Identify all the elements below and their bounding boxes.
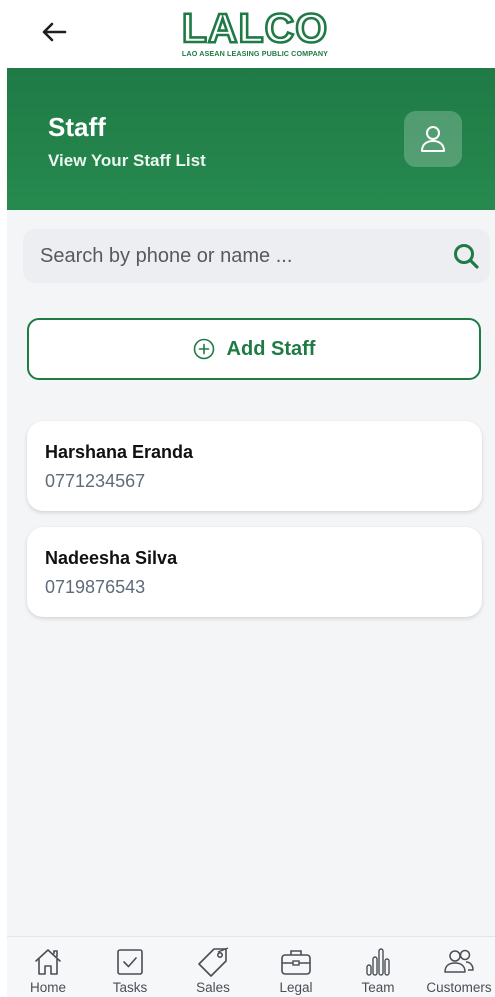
search-input[interactable] bbox=[23, 229, 433, 283]
nav-label-sales: Sales bbox=[196, 980, 230, 995]
add-staff-label: Add Staff bbox=[226, 337, 316, 360]
staff-phone: 0719876543 bbox=[45, 577, 146, 597]
page-title: Staff bbox=[48, 112, 106, 142]
page-subtitle: View Your Staff List bbox=[48, 151, 206, 170]
logo-subtitle: LAO ASEAN LEASING PUBLIC COMPANY bbox=[181, 49, 329, 58]
staff-card[interactable]: Harshana Eranda 0771234567 bbox=[27, 421, 482, 511]
home-icon bbox=[35, 949, 61, 975]
bottom-nav: Home Tasks Sales Legal Team Customers bbox=[7, 936, 495, 997]
nav-item-sales[interactable]: Sales bbox=[173, 937, 253, 997]
arrow-left-icon bbox=[42, 22, 67, 42]
staff-card[interactable]: Nadeesha Silva 0719876543 bbox=[27, 527, 482, 617]
nav-item-legal[interactable]: Legal bbox=[256, 937, 336, 997]
add-staff-button[interactable]: Add Staff bbox=[27, 318, 481, 380]
nav-item-tasks[interactable]: Tasks bbox=[90, 937, 170, 997]
nav-label-customers: Customers bbox=[426, 980, 492, 995]
nav-item-team[interactable]: Team bbox=[338, 937, 418, 997]
profile-button[interactable] bbox=[404, 111, 462, 167]
staff-name: Harshana Eranda bbox=[45, 442, 194, 462]
users-icon bbox=[444, 949, 474, 973]
nav-item-customers[interactable]: Customers bbox=[419, 937, 495, 997]
logo-text: LALCO bbox=[181, 5, 329, 51]
nav-label-team: Team bbox=[361, 980, 395, 995]
tag-icon bbox=[198, 947, 229, 977]
page-header: Staff View Your Staff List bbox=[7, 68, 495, 210]
briefcase-icon bbox=[281, 950, 311, 975]
staff-phone: 0771234567 bbox=[45, 471, 146, 491]
app-frame: Staff View Your Staff List Add Staff Har… bbox=[7, 68, 495, 997]
plus-circle-icon bbox=[193, 338, 214, 360]
nav-label-legal: Legal bbox=[279, 980, 313, 995]
staff-name: Nadeesha Silva bbox=[45, 548, 178, 568]
back-button[interactable] bbox=[38, 16, 70, 48]
search-bar bbox=[23, 229, 490, 283]
bar-chart-icon bbox=[366, 948, 390, 976]
nav-item-home[interactable]: Home bbox=[8, 937, 88, 997]
nav-label-tasks: Tasks bbox=[112, 980, 148, 995]
tasks-icon bbox=[117, 949, 143, 975]
top-bar: LALCO LAO ASEAN LEASING PUBLIC COMPANY bbox=[0, 0, 495, 68]
lalco-logo: LALCO LAO ASEAN LEASING PUBLIC COMPANY bbox=[168, 5, 342, 58]
nav-label-home: Home bbox=[29, 980, 66, 995]
search-icon[interactable] bbox=[452, 242, 480, 270]
user-icon bbox=[421, 126, 445, 152]
